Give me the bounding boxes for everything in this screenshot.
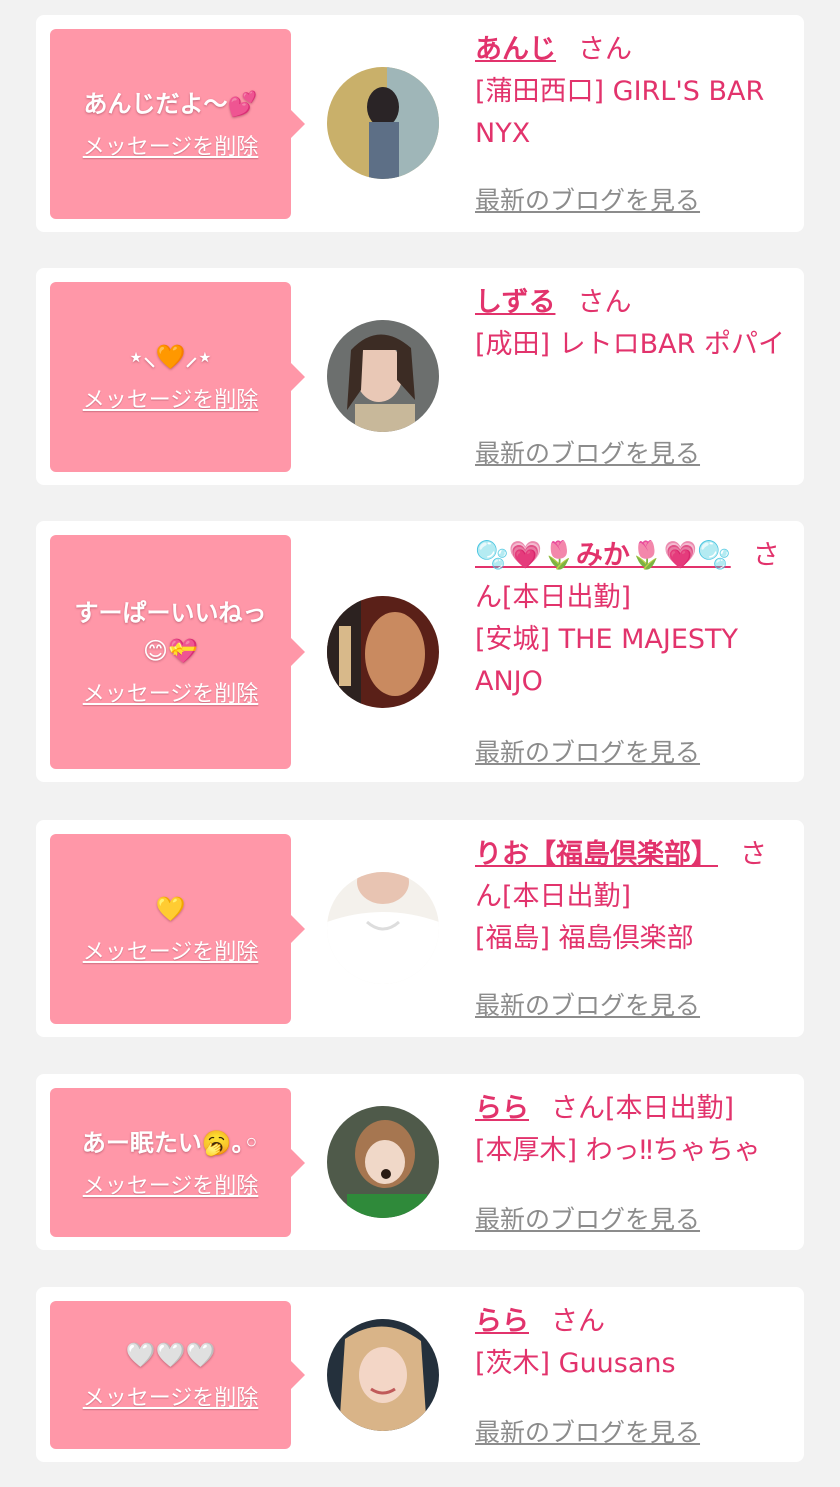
avatar[interactable] — [327, 1319, 439, 1431]
shop-name[interactable]: [成田] レトロBAR ポパイ — [475, 324, 790, 366]
avatar[interactable] — [327, 872, 439, 984]
honorific: さん — [578, 34, 632, 65]
message-text: あー眠たい🥱｡◦ — [81, 1128, 260, 1157]
delete-message-link[interactable]: メッセージを削除 — [83, 1384, 259, 1414]
delete-message-link[interactable]: メッセージを削除 — [83, 386, 259, 416]
shop-name[interactable]: [安城] THE MAJESTY ANJO — [475, 619, 790, 703]
shop-name[interactable]: [本厚木] わっ‼ちゃちゃ — [475, 1130, 790, 1172]
user-name-link[interactable]: らら — [475, 1093, 529, 1124]
status-badge: [本日出勤] — [502, 582, 632, 613]
latest-blog-link[interactable]: 最新のブログを見る — [475, 434, 700, 470]
message-bubble: あんじだよ〜💕 メッセージを削除 — [50, 29, 305, 219]
user-name-link[interactable]: しずる — [475, 287, 555, 318]
list-item: 💛 メッセージを削除 りお【福島倶楽部】 さん[本日出勤] [福島] 福島倶楽部 … — [36, 820, 804, 1037]
list-item: すーぱーいいねっ😊💝 メッセージを削除 🫧💗🌷みか🌷💗🫧 さん[本日出勤] [安城… — [36, 521, 804, 782]
delete-message-link[interactable]: メッセージを削除 — [83, 133, 259, 163]
message-text: 💛 — [155, 895, 186, 923]
delete-message-link[interactable]: メッセージを削除 — [83, 680, 259, 710]
message-text: 🤍🤍🤍 — [125, 1341, 216, 1369]
latest-blog-link[interactable]: 最新のブログを見る — [475, 733, 700, 769]
user-name-link[interactable]: らら — [475, 1306, 529, 1337]
list-item: あー眠たい🥱｡◦ メッセージを削除 らら さん[本日出勤] [本厚木] わっ‼ちゃ… — [36, 1074, 804, 1250]
status-badge: [本日出勤] — [605, 1093, 735, 1124]
message-bubble: 💛 メッセージを削除 — [50, 834, 305, 1024]
message-text: すーぱーいいねっ😊💝 — [74, 599, 267, 665]
user-name-link[interactable]: 🫧💗🌷みか🌷💗🫧 — [475, 540, 731, 571]
honorific: さん — [551, 1306, 605, 1337]
avatar[interactable] — [327, 596, 439, 708]
user-name-link[interactable]: あんじ — [475, 34, 556, 65]
avatar[interactable] — [327, 1106, 439, 1218]
honorific: さん — [577, 287, 632, 318]
shop-name[interactable]: [蒲田西口] GIRL'S BAR NYX — [475, 71, 790, 155]
list-item: ⋆⸜🧡⸝⋆ メッセージを削除 しずる さん [成田] レトロBAR ポパイ 最新の… — [36, 268, 804, 485]
avatar[interactable] — [327, 67, 439, 179]
message-bubble: あー眠たい🥱｡◦ メッセージを削除 — [50, 1088, 305, 1237]
message-bubble: すーぱーいいねっ😊💝 メッセージを削除 — [50, 535, 305, 769]
status-badge: [本日出勤] — [502, 881, 632, 912]
message-text: あんじだよ〜💕 — [83, 90, 258, 118]
message-text: ⋆⸜🧡⸝⋆ — [128, 343, 213, 371]
message-bubble: ⋆⸜🧡⸝⋆ メッセージを削除 — [50, 282, 305, 472]
message-bubble: 🤍🤍🤍 メッセージを削除 — [50, 1301, 305, 1449]
latest-blog-link[interactable]: 最新のブログを見る — [475, 1413, 700, 1449]
shop-name[interactable]: [福島] 福島倶楽部 — [475, 918, 790, 960]
avatar[interactable] — [327, 320, 439, 432]
latest-blog-link[interactable]: 最新のブログを見る — [475, 986, 700, 1022]
message-list: あんじだよ〜💕 メッセージを削除 あんじ さん [蒲田西口] GIRL'S BAR… — [0, 0, 840, 1487]
list-item: あんじだよ〜💕 メッセージを削除 あんじ さん [蒲田西口] GIRL'S BAR… — [36, 15, 804, 232]
delete-message-link[interactable]: メッセージを削除 — [83, 938, 259, 968]
honorific: さん — [551, 1093, 605, 1124]
latest-blog-link[interactable]: 最新のブログを見る — [475, 1200, 700, 1236]
delete-message-link[interactable]: メッセージを削除 — [83, 1172, 259, 1202]
list-item: 🤍🤍🤍 メッセージを削除 らら さん [茨木] Guusans 最新のブログを見る — [36, 1287, 804, 1462]
user-name-link[interactable]: りお【福島倶楽部】 — [475, 839, 718, 870]
latest-blog-link[interactable]: 最新のブログを見る — [475, 181, 700, 217]
shop-name[interactable]: [茨木] Guusans — [475, 1343, 790, 1385]
